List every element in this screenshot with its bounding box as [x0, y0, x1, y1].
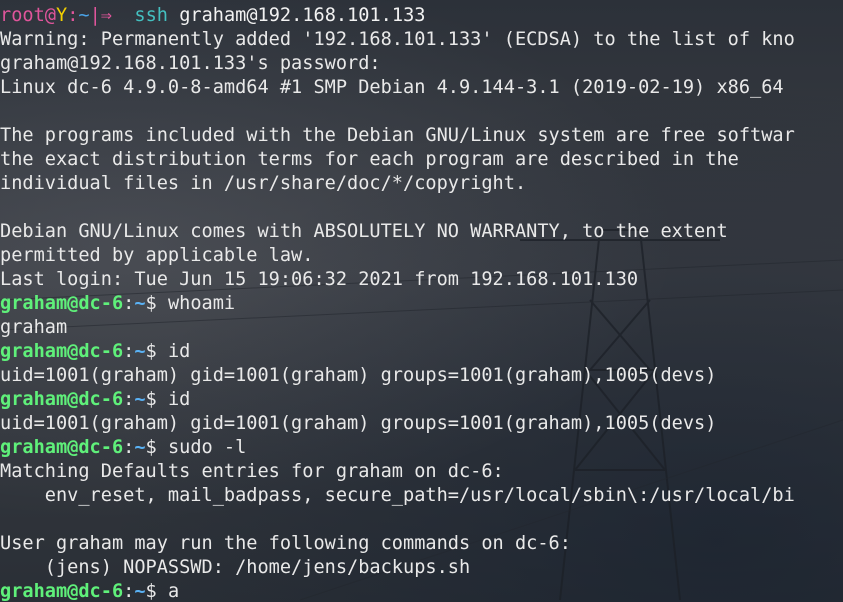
- output-line: User graham may run the following comman…: [0, 533, 571, 554]
- output-line: permitted by applicable law.: [0, 245, 314, 266]
- prompt-symbol: $: [145, 341, 157, 362]
- output-line: the exact distribution terms for each pr…: [0, 149, 739, 170]
- output-line: The programs included with the Debian GN…: [0, 125, 795, 146]
- output-line: Warning: Permanently added '192.168.101.…: [0, 29, 795, 50]
- terminal-output: root@Y:~|⇒ ssh graham@192.168.101.133 War…: [0, 4, 795, 602]
- prompt-line: graham@dc-6:~$ sudo -l: [0, 436, 795, 460]
- prompt-bar: |: [89, 5, 101, 26]
- command-input[interactable]: a: [168, 581, 179, 602]
- command-text: id: [167, 389, 191, 410]
- prompt-arrow-icon: ⇒: [100, 5, 112, 26]
- prompt-user-host: graham@dc-6: [0, 341, 124, 362]
- command-name: ssh: [134, 5, 168, 26]
- prompt-colon: :: [123, 341, 135, 362]
- output-line: uid=1001(graham) gid=1001(graham) groups…: [0, 365, 717, 386]
- prompt-symbol: $: [145, 437, 157, 458]
- prompt-user-host: graham@dc-6: [0, 581, 124, 602]
- output-line: (jens) NOPASSWD: /home/jens/backups.sh: [0, 557, 471, 578]
- prompt-line: graham@dc-6:~$ id: [0, 340, 795, 364]
- prompt-dir: ~: [134, 581, 146, 602]
- prompt-colon: :: [123, 293, 135, 314]
- prompt-line: graham@dc-6:~$ id: [0, 388, 795, 412]
- prompt-colon: :: [123, 389, 135, 410]
- output-line: individual files in /usr/share/doc/*/cop…: [0, 173, 527, 194]
- ssh-command-line: root@Y:~|⇒ ssh graham@192.168.101.133: [0, 4, 795, 28]
- output-line: graham@192.168.101.133's password:: [0, 53, 381, 74]
- prompt-symbol: $: [145, 293, 157, 314]
- prompt-dir: ~: [134, 293, 146, 314]
- output-line: Last login: Tue Jun 15 19:06:32 2021 fro…: [0, 269, 639, 290]
- prompt-symbol: $: [145, 389, 157, 410]
- prompt-dir: ~: [134, 341, 146, 362]
- output-line: graham: [0, 317, 68, 338]
- output-line: env_reset, mail_badpass, secure_path=/us…: [0, 485, 795, 506]
- prompt-root-user: root: [0, 5, 45, 26]
- prompt-colon: :: [123, 437, 135, 458]
- active-prompt-line[interactable]: graham@dc-6:~$ a: [0, 580, 795, 602]
- prompt-host: Y: [55, 5, 68, 26]
- prompt-dir: ~: [78, 5, 90, 26]
- prompt-at-sign: @: [44, 5, 56, 26]
- prompt-colon: :: [123, 581, 135, 602]
- command-text: sudo -l: [167, 437, 247, 458]
- prompt-colon: :: [67, 5, 79, 26]
- prompt-symbol: $: [145, 581, 157, 602]
- prompt-user-host: graham@dc-6: [0, 293, 124, 314]
- prompt-user-host: graham@dc-6: [0, 437, 124, 458]
- prompt-dir: ~: [134, 437, 146, 458]
- command-args: graham@192.168.101.133: [179, 5, 426, 26]
- terminal-window[interactable]: root@Y:~|⇒ ssh graham@192.168.101.133 War…: [0, 0, 843, 602]
- command-text: id: [167, 341, 191, 362]
- prompt-line: graham@dc-6:~$ whoami: [0, 292, 795, 316]
- output-line: Linux dc-6 4.9.0-8-amd64 #1 SMP Debian 4…: [0, 77, 784, 98]
- prompt-dir: ~: [134, 389, 146, 410]
- output-line: Matching Defaults entries for graham on …: [0, 461, 504, 482]
- command-text: whoami: [167, 293, 236, 314]
- prompt-user-host: graham@dc-6: [0, 389, 124, 410]
- output-line: uid=1001(graham) gid=1001(graham) groups…: [0, 413, 717, 434]
- output-line: Debian GNU/Linux comes with ABSOLUTELY N…: [0, 221, 728, 242]
